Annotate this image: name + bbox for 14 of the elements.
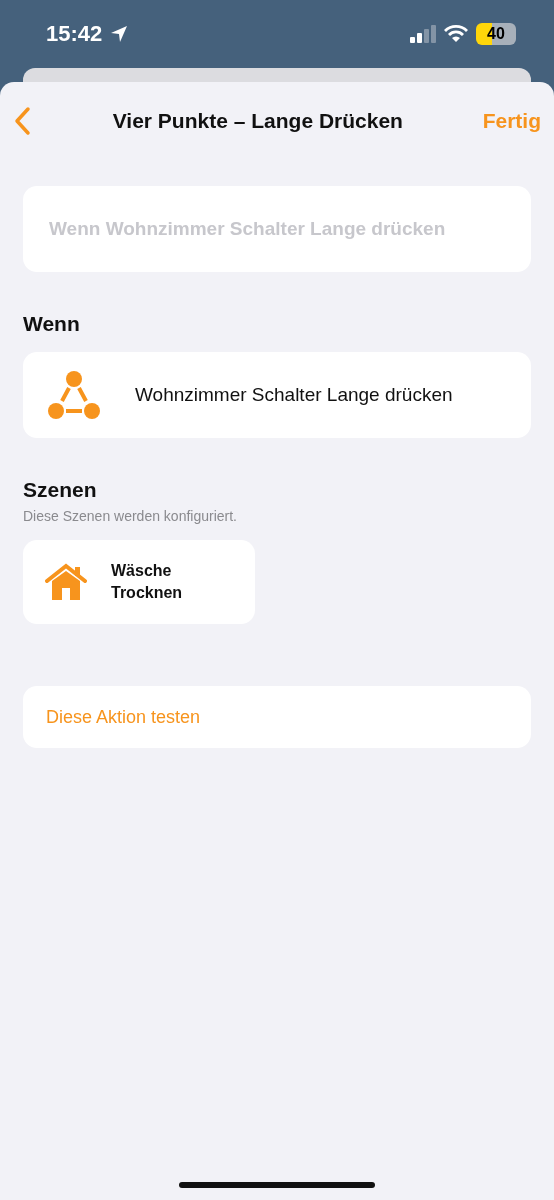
house-icon [45, 563, 87, 601]
section-subtitle: Diese Szenen werden konfiguriert. [23, 508, 238, 524]
back-button[interactable] [13, 106, 33, 136]
section-heading: Szenen [23, 478, 98, 502]
triangle-nodes-icon [47, 370, 101, 420]
trigger-row[interactable]: Wohnzimmer Schalter Lange drücken [23, 352, 531, 438]
nav-title: Vier Punkte – Lange Drücken [112, 109, 403, 133]
location-arrow-icon [110, 25, 129, 43]
section-heading: Wenn [23, 312, 81, 336]
clock: 15:42 [46, 21, 103, 47]
scene-tile[interactable]: Wäsche Trocknen [23, 540, 255, 624]
signal-icon [410, 25, 436, 43]
wifi-icon [444, 25, 468, 43]
name-field[interactable]: Wenn Wohnzimmer Schalter Lange drücken [23, 186, 531, 272]
